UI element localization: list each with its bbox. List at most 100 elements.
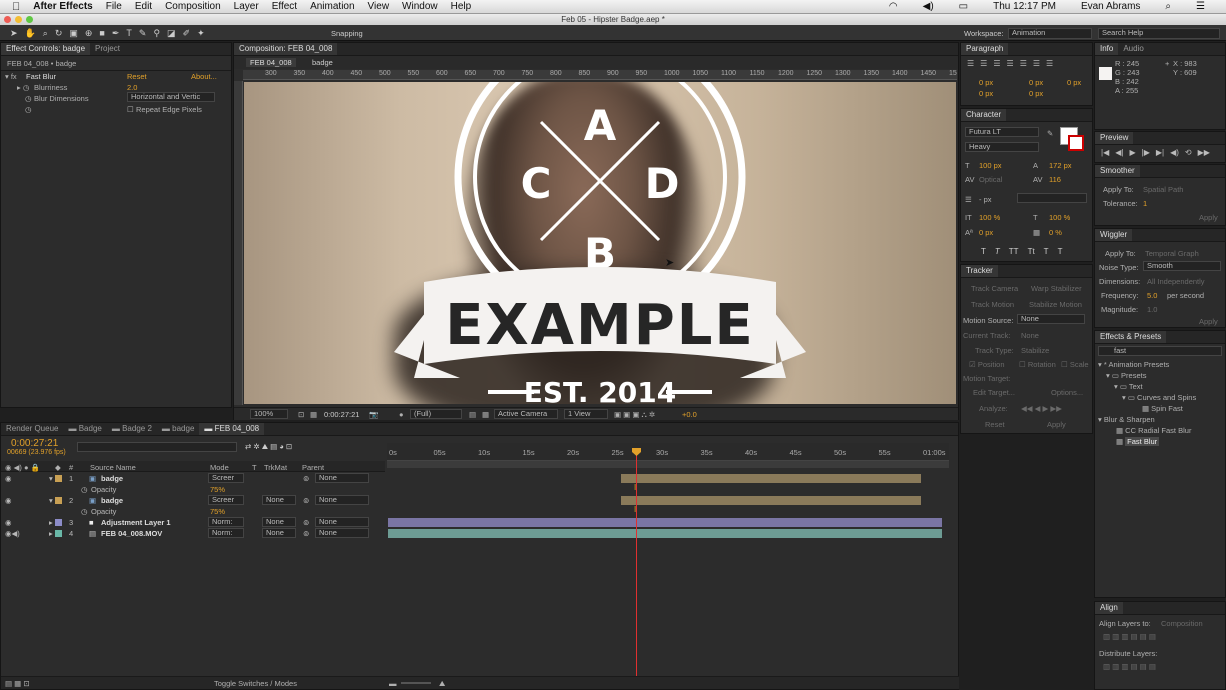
pickwhip-icon[interactable]: ⊚ [303, 473, 309, 484]
label-color[interactable] [55, 519, 62, 526]
time-ruler[interactable]: 0s 05s 10s 15s 20s 25s 30s 35s 40s 45s 50s 55s 01:00… [387, 443, 949, 461]
layer-row-2[interactable]: ◉ ▾ 2 ▣ badge Screer None ⊚ None [1, 495, 385, 506]
blur-dimensions-stopwatch-icon[interactable]: ◷ [25, 94, 32, 103]
font-style-select[interactable]: Heavy [965, 142, 1039, 152]
audio-icon[interactable]: ◀) [1170, 148, 1179, 157]
comp-breadcrumb-badge[interactable]: badge [312, 58, 333, 67]
pickwhip-icon[interactable]: ⊚ [303, 528, 309, 539]
tab-badge-2[interactable]: ▬ Badge 2 [107, 423, 157, 435]
magnitude-value[interactable]: 1.0 [1147, 305, 1157, 314]
distribute-buttons[interactable]: ▥ ▥ ▥ ▤ ▤ ▤ [1103, 662, 1156, 671]
tree-item-text[interactable]: ▾ ▭ Text [1114, 382, 1226, 393]
snapshot-icon[interactable]: 📷 [369, 410, 378, 419]
effects-search-input[interactable]: fast [1098, 346, 1222, 356]
region-of-interest-icon[interactable]: ⊡ [298, 410, 304, 419]
resolution-select[interactable]: (Full) [410, 409, 462, 419]
opacity-value[interactable]: 75% [210, 506, 225, 517]
parent-select[interactable]: None [315, 495, 369, 505]
apple-icon[interactable]:  [12, 1, 20, 13]
trkmat-select[interactable]: None [262, 495, 296, 505]
trkmat-select[interactable]: None [262, 528, 296, 538]
zoom-in-icon[interactable]: ⛰ [439, 679, 445, 689]
text-tool-icon[interactable]: T [126, 28, 132, 39]
noise-type-select[interactable]: Smooth [1143, 261, 1221, 271]
notifications-icon[interactable]: ☰ [1196, 1, 1205, 12]
fast-preview-icon[interactable]: ▤ [469, 410, 476, 419]
faux-bold-button[interactable]: T [981, 247, 986, 256]
fx-expand-icon[interactable]: ▾ fx [5, 72, 17, 81]
tree-item-spin-fast[interactable]: ▦ Spin Fast [1142, 404, 1226, 415]
expand-icon[interactable]: ▸ [49, 528, 53, 539]
clock[interactable]: Thu 12:17 PM [993, 1, 1056, 12]
layer-mode-select[interactable]: Norm: [208, 517, 244, 527]
tsume-value[interactable]: 0 % [1049, 228, 1062, 237]
column-trkmat[interactable]: TrkMat [264, 463, 287, 472]
layer-name[interactable]: badge [101, 495, 123, 506]
battery-icon[interactable]: ▭ [959, 1, 968, 12]
tab-paragraph[interactable]: Paragraph [961, 43, 1009, 55]
tab-effects-presets[interactable]: Effects & Presets [1095, 331, 1167, 343]
kerning-value[interactable]: Optical [979, 175, 1002, 184]
current-track-value[interactable]: None [1021, 331, 1039, 340]
tab-smoother[interactable]: Smoother [1095, 165, 1140, 177]
menu-layer[interactable]: Layer [234, 1, 259, 12]
repeat-edge-stopwatch-icon[interactable]: ◷ [25, 105, 32, 114]
justify-left-icon[interactable]: ☰ [1007, 59, 1014, 68]
subscript-button[interactable]: T [1058, 247, 1063, 256]
tab-info[interactable]: Info [1095, 43, 1119, 55]
workspace-select[interactable]: Animation [1008, 28, 1092, 39]
view-layout-select[interactable]: 1 View [564, 409, 608, 419]
pan-behind-tool-icon[interactable]: ⊕ [85, 28, 93, 39]
toggle-pixel-aspect-icon[interactable]: ▣ ▣ ▣ ⛬ ✲ [614, 410, 655, 420]
label-color[interactable] [55, 475, 62, 482]
smoother-apply-to-value[interactable]: Spatial Path [1143, 185, 1183, 194]
tab-align[interactable]: Align [1095, 602, 1123, 614]
rotate-tool-icon[interactable]: ↻ [55, 28, 63, 39]
label-color[interactable] [55, 497, 62, 504]
loop-icon[interactable]: ⟲ [1185, 148, 1192, 157]
user-name[interactable]: Evan Abrams [1081, 1, 1140, 12]
layer-mode-select[interactable]: Screer [208, 495, 244, 505]
first-frame-icon[interactable]: |◀ [1101, 148, 1109, 157]
menu-window[interactable]: Window [402, 1, 438, 12]
parent-select[interactable]: None [315, 517, 369, 527]
hand-tool-icon[interactable]: ✋ [25, 28, 36, 39]
tab-audio[interactable]: Audio [1118, 43, 1148, 55]
font-size-value[interactable]: 100 px [979, 161, 1002, 170]
tab-render-queue[interactable]: Render Queue [1, 423, 63, 435]
align-left-icon[interactable]: ☰ [967, 59, 974, 68]
visibility-icon[interactable]: ◉◀) [5, 528, 20, 539]
last-frame-icon[interactable]: ▶| [1156, 148, 1164, 157]
play-icon[interactable]: ▶ [1129, 148, 1135, 157]
align-buttons[interactable]: ▥ ▥ ▥ ▤ ▤ ▤ [1103, 632, 1156, 641]
analyze-buttons[interactable]: ◀◀ ◀ ▶ ▶▶ [1021, 404, 1062, 413]
stroke-style-select[interactable] [1017, 193, 1087, 203]
indent-right-value[interactable]: 0 px [1029, 78, 1043, 87]
tab-preview[interactable]: Preview [1095, 132, 1134, 144]
visibility-icon[interactable]: ◉ [5, 473, 12, 484]
tracking-value[interactable]: 116 [1049, 175, 1061, 184]
column-source-name[interactable]: Source Name [90, 463, 136, 472]
tab-wiggler[interactable]: Wiggler [1095, 229, 1133, 241]
tracker-apply-button[interactable]: Apply [1047, 420, 1066, 429]
zoom-window-icon[interactable] [26, 16, 33, 23]
tab-badge-lower[interactable]: ▬ badge [157, 423, 199, 435]
tab-effect-controls[interactable]: Effect Controls: badge [1, 43, 91, 55]
menu-help[interactable]: Help [451, 1, 472, 12]
tracker-reset-button[interactable]: Reset [985, 420, 1005, 429]
rectangle-tool-icon[interactable]: ■ [99, 28, 104, 39]
tab-character[interactable]: Character [961, 109, 1007, 121]
horizontal-scale-value[interactable]: 100 % [1049, 213, 1070, 222]
pickwhip-icon[interactable]: ⊚ [303, 517, 309, 528]
menu-edit[interactable]: Edit [135, 1, 152, 12]
expand-icon[interactable]: ▸ [49, 517, 53, 528]
tree-item-presets[interactable]: ▾ ▭ Presets [1106, 371, 1226, 382]
menu-animation[interactable]: Animation [310, 1, 354, 12]
repeat-edge-checkbox[interactable]: ☐ [127, 105, 134, 114]
track-motion-button[interactable]: Track Motion [971, 300, 1014, 309]
label-color[interactable] [55, 530, 62, 537]
exposure-value[interactable]: +0.0 [682, 410, 697, 419]
parent-select[interactable]: None [315, 528, 369, 538]
smoother-apply-button[interactable]: Apply [1199, 213, 1218, 222]
wifi-icon[interactable]: ◠ [889, 1, 898, 12]
